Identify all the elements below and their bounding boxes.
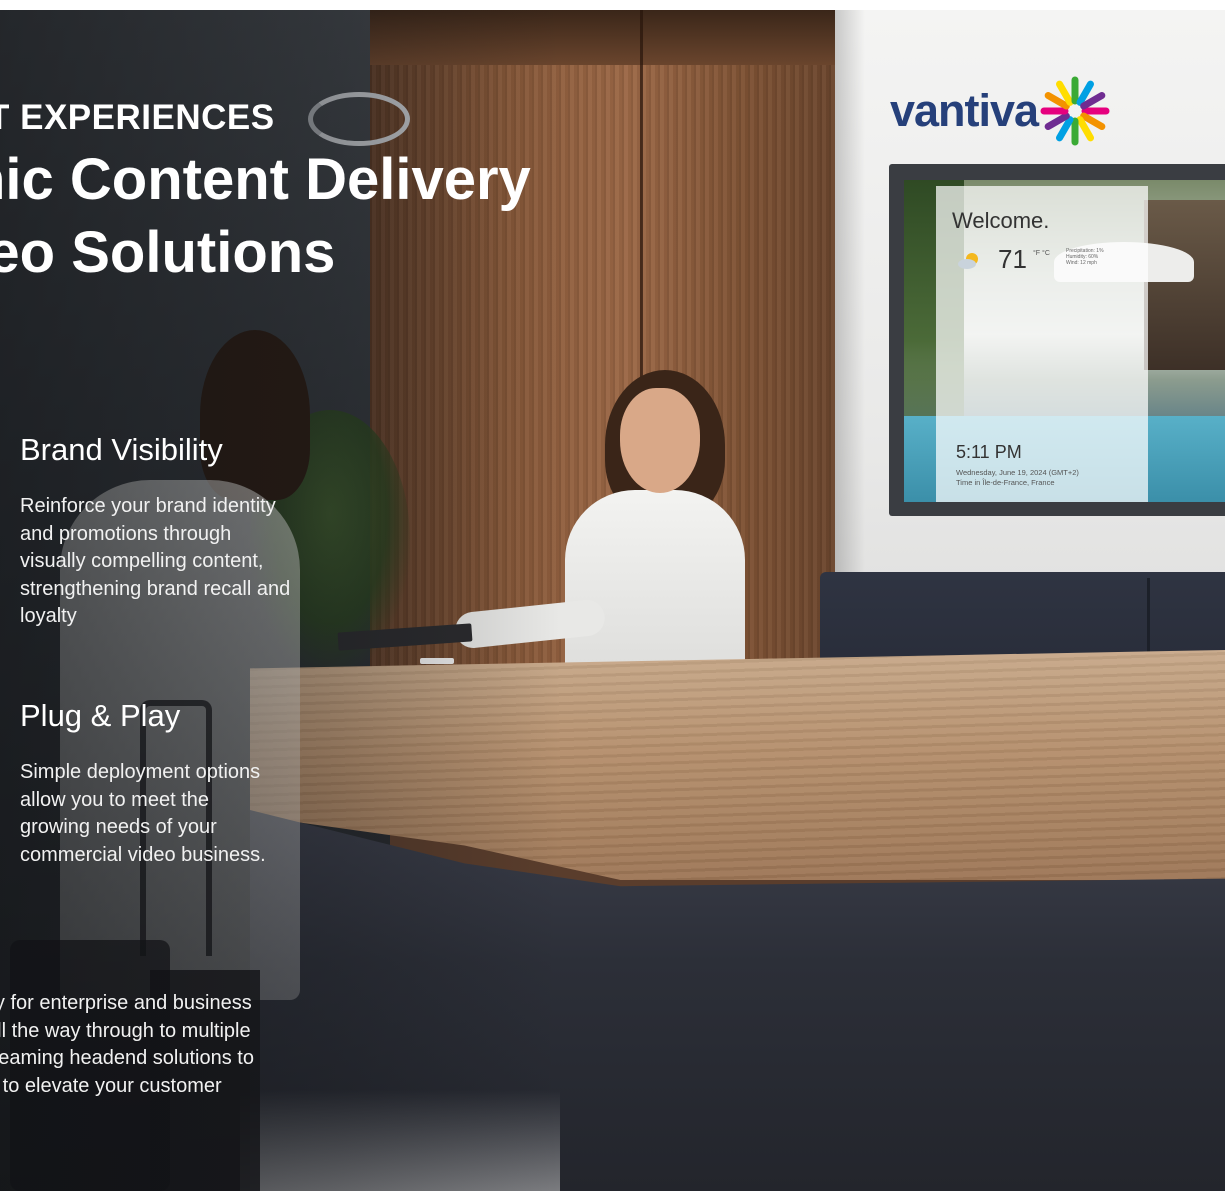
screen-date: Wednesday, June 19, 2024 (GMT+2) Time in…	[956, 468, 1079, 488]
feature-body-line: and promotions through	[20, 522, 232, 545]
feature-body-line: commercial video business.	[20, 843, 266, 866]
logo-wordmark: vantiva	[890, 85, 1039, 136]
page-headline: nic Content Delivery deo Solutions	[0, 143, 531, 289]
feature-body-line: allow you to meet the	[20, 788, 209, 811]
bottom-paragraph-line: .	[0, 1100, 254, 1128]
bottom-paragraph-line: treaming headend solutions to	[0, 1047, 254, 1069]
screen-weather-details: Precipitation: 1% Humidity: 60% Wind: 12…	[1066, 248, 1140, 266]
screen-temperature-units: °F °C	[1033, 250, 1050, 257]
receptionist-face	[620, 388, 700, 493]
signage-screen: Welcome. 71 °F °C Precipitation: 1% Humi…	[904, 180, 1225, 502]
screen-greeting: Welcome.	[952, 208, 1050, 233]
feature-body-line: Reinforce your brand identity	[20, 495, 276, 517]
feature-body-line: growing needs of your	[20, 816, 217, 838]
screen-building	[1144, 200, 1225, 370]
bottom-paragraph: lly for enterprise and business all the …	[0, 990, 254, 1128]
feature-body-line: visually compelling content,	[20, 550, 264, 572]
headline-line: deo Solutions	[0, 220, 336, 285]
screen-date-line: Wednesday, June 19, 2024 (GMT+2)	[956, 468, 1079, 477]
bottom-paragraph-line: all the way through to multiple	[0, 1019, 251, 1042]
feature-body-plug-and-play: Simple deployment options allow you to m…	[20, 759, 266, 869]
feature-body-line: strengthening brand recall and	[20, 577, 291, 600]
screen-time: 5:11 PM	[956, 442, 1022, 462]
headline-line: nic Content Delivery	[0, 147, 531, 212]
partly-cloudy-icon	[958, 253, 978, 269]
feature-title-plug-and-play: Plug & Play	[20, 698, 181, 733]
section-eyebrow: T EXPERIENCES	[0, 98, 275, 137]
feature-body-brand-visibility: Reinforce your brand identity and promot…	[20, 493, 290, 631]
vantiva-logo: vantiva	[890, 76, 1110, 146]
starburst-icon	[1040, 76, 1110, 146]
weather-detail: Wind: 12 mph	[1066, 260, 1097, 266]
bottom-paragraph-line: lly for enterprise and business	[0, 992, 252, 1014]
screen-temperature: 71	[998, 244, 1027, 274]
feature-body-line: Simple deployment options	[20, 761, 261, 783]
screen-location-line: Time in Île-de-France, France	[956, 478, 1055, 487]
feature-title-brand-visibility: Brand Visibility	[20, 432, 223, 467]
bottom-paragraph-line: d to elevate your customer	[0, 1074, 222, 1097]
feature-body-line: loyalty	[20, 605, 77, 627]
